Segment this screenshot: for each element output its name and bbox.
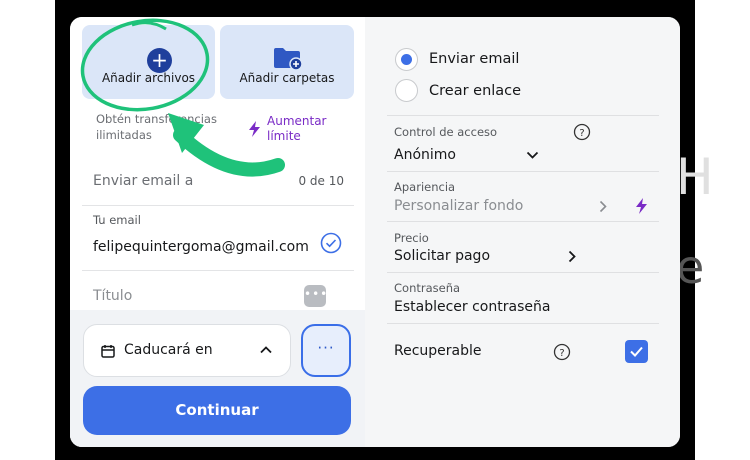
check-circle-icon [320,232,342,254]
divider [82,270,354,271]
sender-email-label: Tu email [93,213,141,227]
continue-button[interactable]: Continuar [83,386,351,435]
divider [82,205,354,206]
background-text: e [676,240,705,294]
chevron-right-icon [568,250,576,263]
question-circle-icon[interactable]: ? [573,123,591,141]
create-link-radio[interactable] [395,79,418,102]
background-text: H [676,148,714,206]
set-password-link[interactable]: Establecer contraseña [394,299,550,315]
customize-background-link[interactable]: Personalizar fondo [394,198,523,214]
calendar-icon [101,345,115,358]
add-folders-label: Añadir carpetas [239,71,335,85]
transfer-panel: + Añadir archivos Añadir carpetas Obtén … [70,17,680,447]
lightning-bolt-icon [636,198,647,214]
divider [387,171,659,172]
svg-text:?: ? [579,128,584,139]
expiry-dropdown[interactable]: Caducará en [83,324,291,377]
upload-column: + Añadir archivos Añadir carpetas Obtén … [70,17,365,447]
options-column: Enviar email Crear enlace Control de acc… [365,17,680,447]
password-label: Contraseña [394,281,461,295]
sender-email-input[interactable]: felipequintergoma@gmail.com [93,239,309,255]
create-link-label[interactable]: Crear enlace [429,83,521,99]
access-control-dropdown[interactable]: Anónimo [394,147,456,163]
lightning-bolt-icon [249,121,260,137]
add-files-label: Añadir archivos [101,71,196,85]
divider [387,221,659,222]
send-email-label[interactable]: Enviar email [429,51,519,67]
appearance-label: Apariencia [394,180,456,194]
request-payment-link[interactable]: Solicitar pago [394,248,490,264]
question-circle-icon[interactable]: ? [553,343,571,361]
folder-plus-icon [274,48,303,71]
upgrade-link[interactable]: Aumentar límite [267,114,357,144]
price-label: Precio [394,231,429,245]
recipient-email-input[interactable]: Enviar email a [93,173,193,189]
divider [387,115,659,116]
divider [387,323,659,324]
add-folders-button[interactable]: Añadir carpetas [220,25,354,99]
recoverable-checkbox[interactable] [625,340,648,363]
chevron-up-icon [260,346,272,354]
add-files-button[interactable]: + Añadir archivos [82,25,215,99]
footer-bar: Caducará en ··· Continuar [70,310,365,447]
svg-text:?: ? [559,348,564,359]
title-input[interactable]: Título [93,288,132,304]
expiry-label: Caducará en [124,342,213,358]
recoverable-label: Recuperable [394,343,482,359]
chevron-down-icon [526,151,539,159]
plus-circle-icon: + [147,48,172,73]
chevron-right-icon [599,200,607,213]
divider [387,272,659,273]
send-email-radio[interactable] [395,48,418,71]
more-options-button[interactable]: ··· [301,324,351,377]
promo-text: Obtén transferencias ilimitadas [96,112,217,142]
access-control-label: Control de acceso [394,125,498,139]
more-dots-icon[interactable]: ••• [304,285,327,307]
checkmark-icon [630,346,643,357]
recipient-count: 0 de 10 [298,174,344,188]
